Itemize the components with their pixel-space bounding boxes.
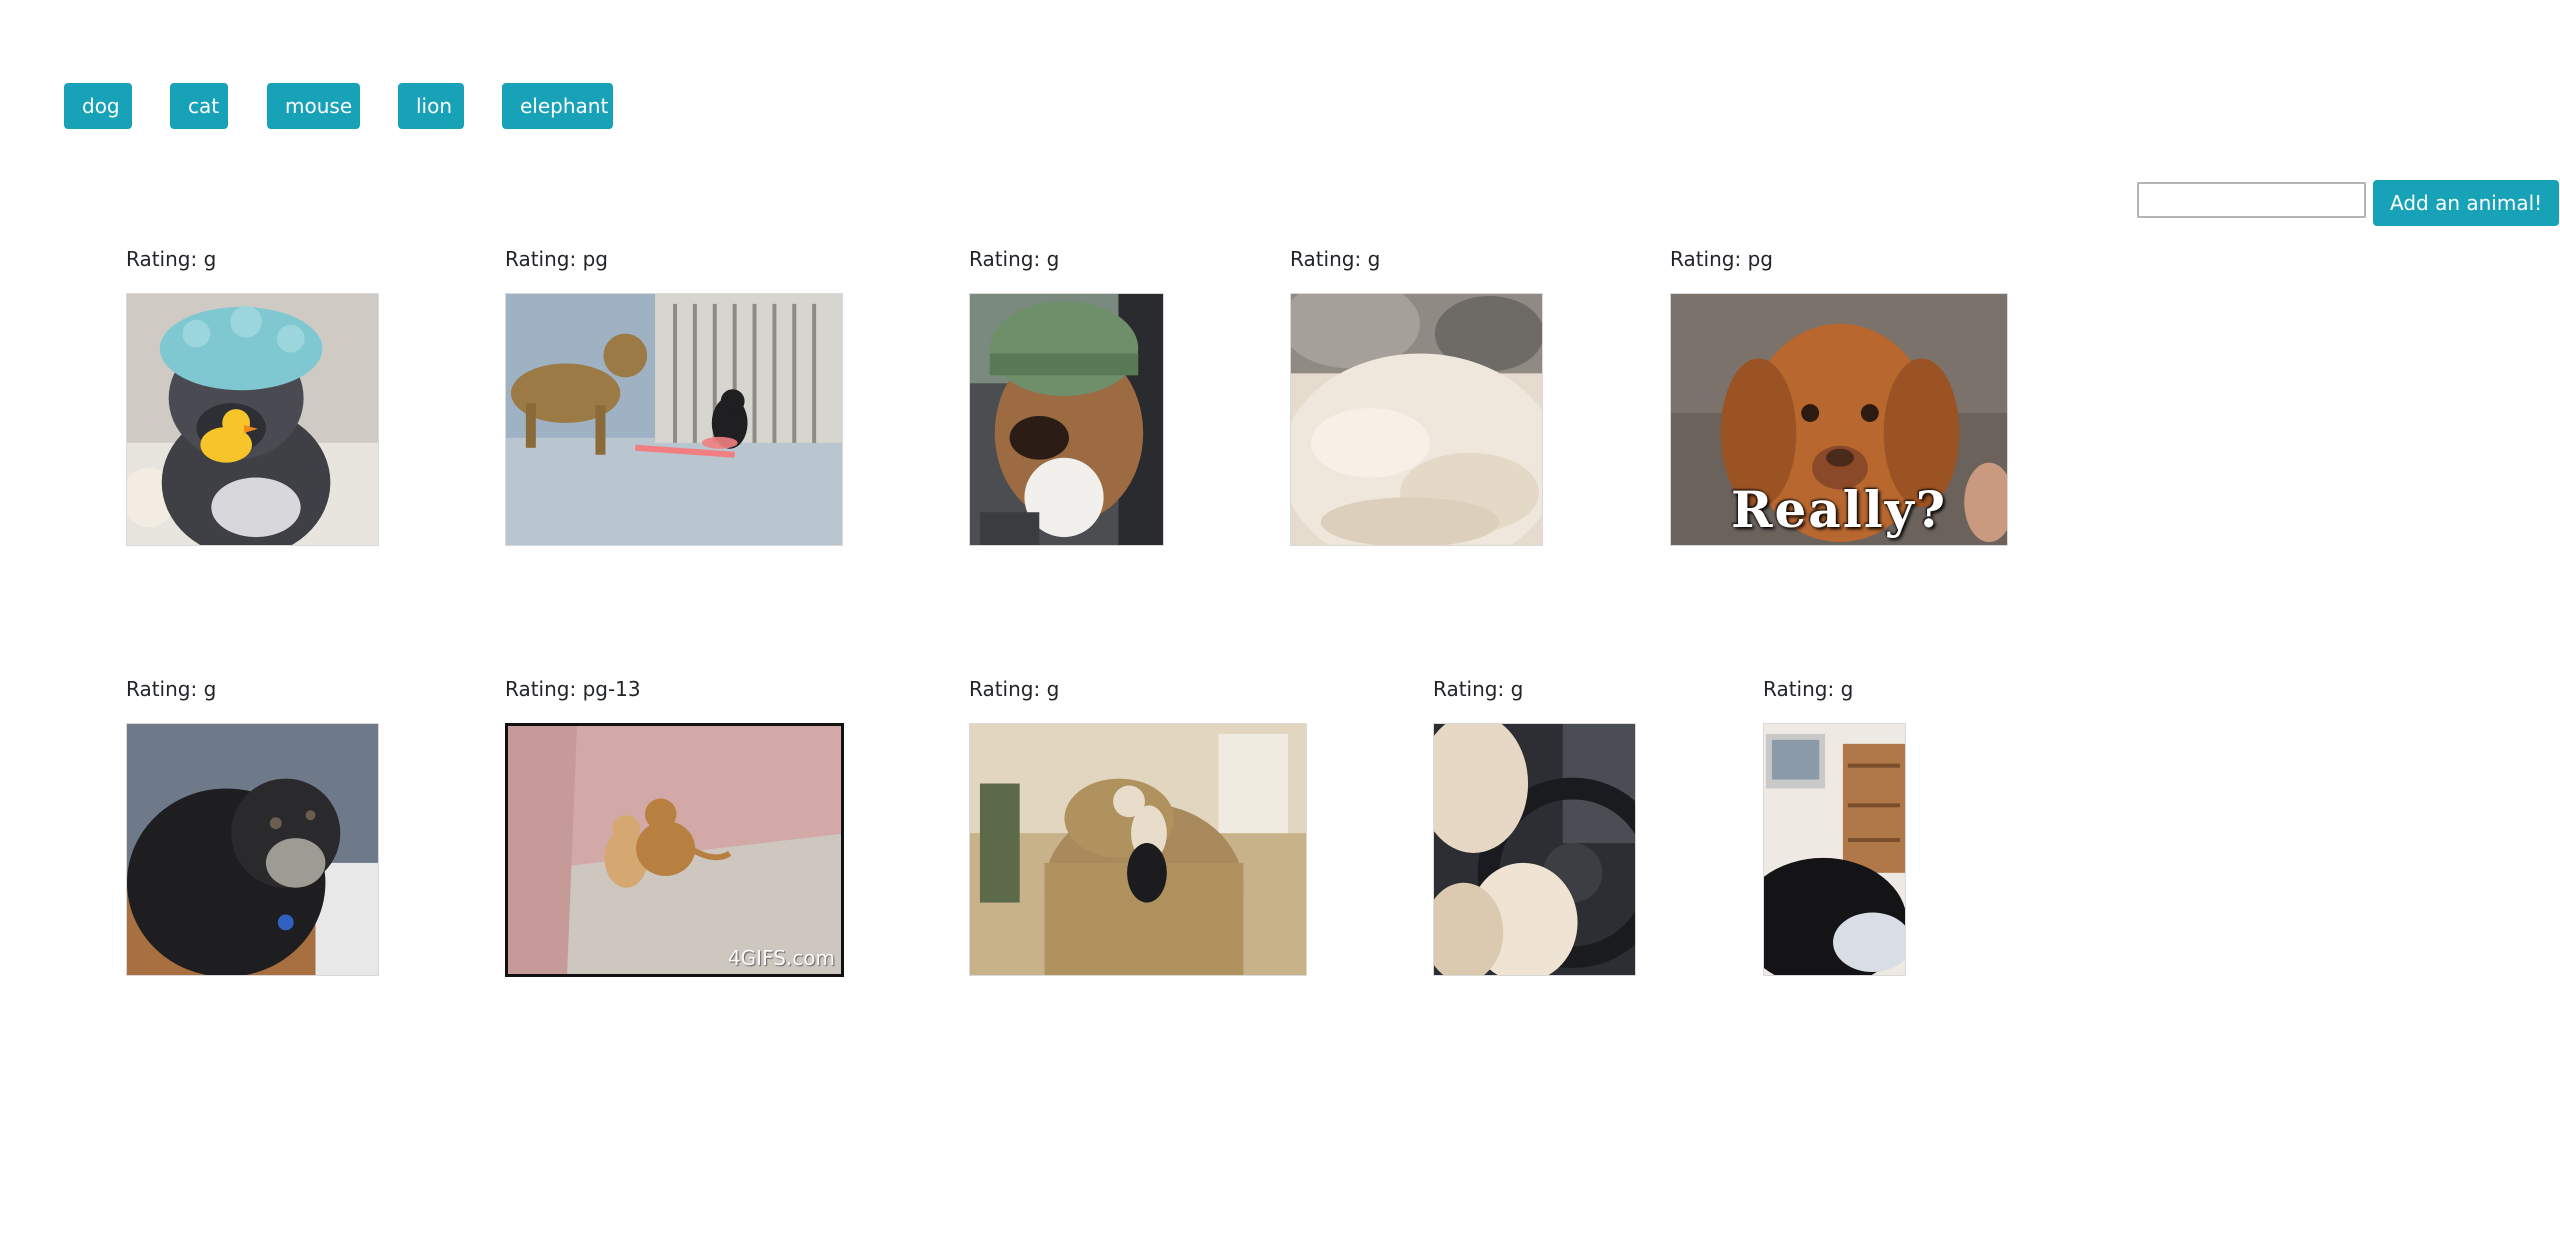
gif-puppy-really[interactable]: Really? <box>1670 293 2008 546</box>
gif-black-cat-room[interactable] <box>1763 723 1906 976</box>
gif-dogs-wrestling[interactable]: 4GIFS.com <box>505 723 844 977</box>
gif-black-dog[interactable] <box>126 723 379 976</box>
gif-rating: Rating: g <box>126 677 217 701</box>
gif-image <box>970 724 1306 975</box>
add-animal-button[interactable]: Add an animal! <box>2373 180 2560 226</box>
gif-rating: Rating: pg <box>505 247 608 271</box>
animal-input[interactable] <box>2137 182 2366 218</box>
topic-button-mouse[interactable]: mouse <box>267 83 360 129</box>
gif-caption: Really? <box>1730 480 1948 539</box>
gif-rating: Rating: pg <box>1670 247 1773 271</box>
gif-image <box>506 294 842 545</box>
gif-image <box>970 294 1163 545</box>
gif-dog-cat-laser[interactable] <box>505 293 843 546</box>
topic-button-lion[interactable]: lion <box>398 83 464 129</box>
gif-rating: Rating: g <box>126 247 217 271</box>
topic-button-dog[interactable]: dog <box>64 83 132 129</box>
gif-dog-beanie[interactable] <box>969 293 1164 546</box>
page: dog cat mouse lion elephant Add an anima… <box>0 0 2560 1242</box>
topic-button-elephant[interactable]: elephant <box>502 83 613 129</box>
gif-watermark: 4GIFS.com <box>727 946 835 970</box>
gif-image <box>1291 294 1542 545</box>
gif-rating: Rating: g <box>969 677 1060 701</box>
gif-image <box>1434 724 1635 975</box>
gif-dog-armchair[interactable] <box>969 723 1307 976</box>
gif-image <box>127 294 378 545</box>
gif-white-fur-rug[interactable] <box>1290 293 1543 546</box>
gif-rating: Rating: g <box>969 247 1060 271</box>
topic-button-cat[interactable]: cat <box>170 83 228 129</box>
gif-rating: Rating: pg-13 <box>505 677 641 701</box>
gif-image <box>127 724 378 975</box>
gif-rating: Rating: g <box>1290 247 1381 271</box>
gif-rating: Rating: g <box>1433 677 1524 701</box>
gif-rating: Rating: g <box>1763 677 1854 701</box>
gif-image <box>1764 724 1905 975</box>
gif-image <box>508 726 841 974</box>
gif-dog-shower-cap[interactable] <box>126 293 379 546</box>
gif-dog-steering-wheel[interactable] <box>1433 723 1636 976</box>
